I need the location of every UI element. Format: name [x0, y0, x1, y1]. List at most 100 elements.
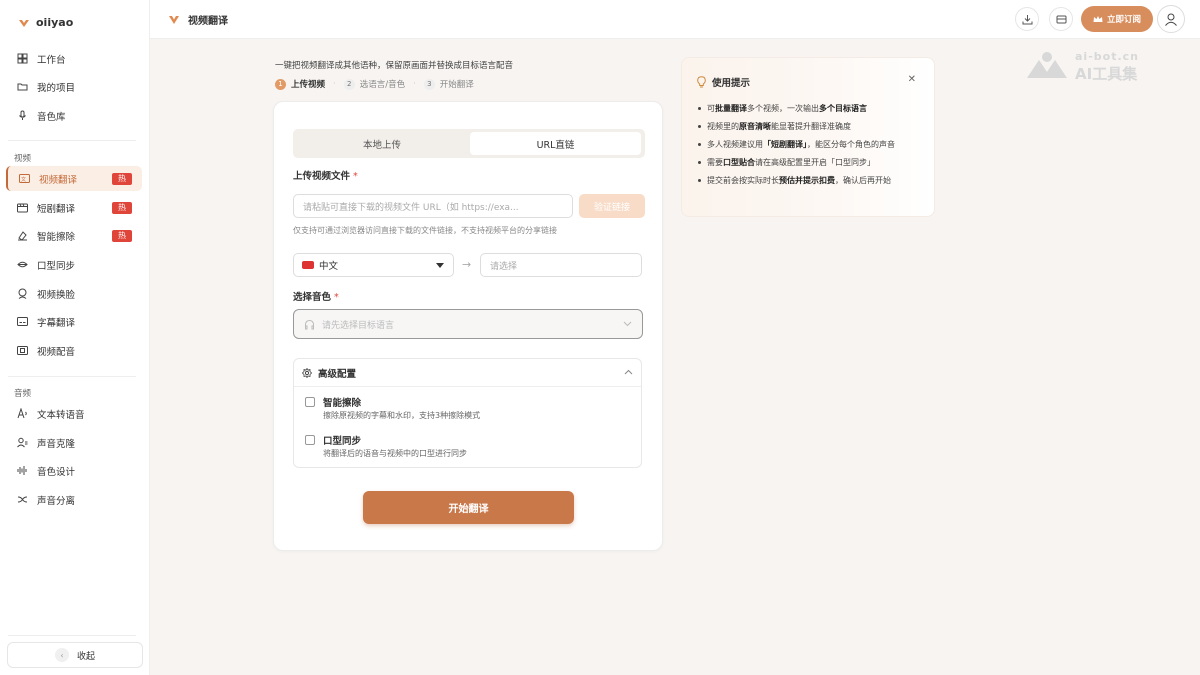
page-intro: 一键把视频翻译成其他语种，保留原画面并替换成目标语言配音: [275, 61, 514, 71]
subscribe-button[interactable]: 立即订阅: [1081, 6, 1153, 32]
sidebar-item-label: 短剧翻译: [37, 203, 76, 215]
lip-sync-checkbox[interactable]: [305, 435, 315, 445]
sidebar-item-smart-erase[interactable]: 智能擦除 热: [6, 223, 142, 248]
watermark-logo-icon: [1027, 52, 1067, 78]
sidebar-item-workbench[interactable]: 工作台: [6, 46, 142, 71]
hot-badge: 热: [112, 230, 132, 242]
target-language-select[interactable]: 请选择: [480, 253, 642, 277]
step-number: 2: [343, 78, 355, 90]
brand-logo[interactable]: oiiyao: [18, 16, 73, 29]
close-icon[interactable]: ✕: [908, 74, 916, 85]
collapse-label: 收起: [76, 651, 95, 662]
sidebar-item-projects[interactable]: 我的项目: [6, 74, 142, 99]
sidebar-item-face-swap[interactable]: 视频换脸: [6, 281, 142, 306]
chevron-down-icon: [623, 321, 632, 327]
source-language-select[interactable]: 中文: [293, 253, 454, 277]
page-title-text: 视频翻译: [188, 16, 228, 27]
eraser-icon: [17, 230, 28, 241]
sidebar-item-video-dubbing[interactable]: 视频配音: [6, 338, 142, 363]
folder-icon: [17, 81, 28, 92]
hot-badge: 热: [112, 202, 132, 214]
sidebar-item-label: 声音克隆: [37, 438, 76, 450]
sidebar-item-label: 工作台: [37, 54, 66, 66]
section-label-video: 视频: [14, 154, 32, 164]
required-mark: *: [334, 292, 339, 303]
smart-erase-checkbox[interactable]: [305, 397, 315, 407]
tab-url-link[interactable]: URL直链: [470, 132, 641, 155]
option-description: 擦除原视频的字幕和水印，支持3种擦除模式: [323, 411, 481, 420]
tip-item: 提交前会按实际时长预估并提示扣费，确认后再开始: [697, 175, 922, 187]
sidebar-item-short-drama[interactable]: 短剧翻译 热: [6, 195, 142, 220]
waveform-icon: [17, 465, 28, 476]
collapse-sidebar-button[interactable]: ‹ 收起: [7, 642, 143, 668]
url-hint: 仅支持可通过浏览器访问直接下载的文件链接，不支持视频平台的分享链接: [293, 226, 557, 235]
watermark: ai-bot.cn AI工具集: [1025, 50, 1185, 83]
video-translate-icon: 文: [19, 173, 30, 184]
sidebar-item-voice-clone[interactable]: 声音克隆: [6, 430, 142, 455]
sidebar-item-tts[interactable]: 文本转语音: [6, 401, 142, 426]
headphones-icon: [305, 319, 314, 329]
option-title: 口型同步: [323, 436, 362, 447]
mail-icon: [1056, 15, 1066, 23]
start-translate-button[interactable]: 开始翻译: [363, 491, 574, 524]
message-button[interactable]: [1049, 7, 1073, 31]
tab-local-upload[interactable]: 本地上传: [296, 132, 468, 155]
advanced-settings-header[interactable]: 高级配置: [294, 359, 641, 387]
brand-name: oiiyao: [36, 16, 74, 29]
video-url-input[interactable]: 请粘贴可直接下载的视频文件 URL（如 https://exa...: [293, 194, 573, 218]
advanced-settings-panel: 高级配置 智能擦除 擦除原视频的字幕和水印，支持3种擦除模式 口型同步 将翻译后…: [293, 358, 642, 468]
sidebar-item-voice-design[interactable]: 音色设计: [6, 458, 142, 483]
sidebar-item-subtitle-translate[interactable]: 字幕翻译: [6, 309, 142, 334]
gear-icon: [302, 367, 312, 378]
lightbulb-icon: [697, 76, 706, 88]
upload-mode-tabs: 本地上传 URL直链: [293, 129, 645, 158]
tip-item: 可批量翻译多个视频，一次输出多个目标语言: [697, 103, 922, 115]
sidebar-item-voice-library[interactable]: 音色库: [6, 103, 142, 128]
sidebar-item-voice-separation[interactable]: 声音分离: [6, 487, 142, 512]
verify-link-button[interactable]: 验证链接: [579, 194, 645, 218]
voice-select[interactable]: 请先选择目标语言: [293, 309, 643, 339]
sidebar-item-label: 视频配音: [37, 346, 76, 358]
page-title: 视频翻译: [168, 12, 228, 27]
sidebar-item-label: 音色库: [37, 111, 66, 123]
voice-placeholder: 请先选择目标语言: [322, 320, 395, 331]
upload-field-label: 上传视频文件 *: [293, 171, 358, 182]
section-label-audio: 音频: [14, 389, 32, 399]
caret-down-icon: [436, 263, 444, 268]
grid-icon: [17, 53, 28, 64]
split-icon: [17, 494, 28, 505]
arrow-right-icon: →: [462, 258, 472, 271]
user-voice-icon: [17, 437, 28, 448]
option-description: 将翻译后的语音与视频中的口型进行同步: [323, 449, 467, 458]
url-placeholder: 请粘贴可直接下载的视频文件 URL（如 https://exa...: [303, 202, 519, 213]
step-label: 开始翻译: [439, 80, 474, 90]
sidebar-item-label: 智能擦除: [37, 231, 76, 243]
sidebar-item-video-translate[interactable]: 文 视频翻译 热: [6, 166, 142, 191]
tips-title: 使用提示: [712, 78, 751, 89]
sidebar-item-label: 视频换脸: [37, 289, 76, 301]
china-flag-icon: [302, 261, 314, 269]
video-translate-logo-icon: [169, 15, 179, 24]
step-label: 上传视频: [291, 80, 326, 90]
advanced-settings-title: 高级配置: [318, 368, 357, 380]
sidebar: oiiyao 工作台 我的项目 音色库 视频 文 视频翻译 热 短剧翻译 热 智…: [0, 0, 150, 675]
lips-icon: [17, 259, 28, 270]
tips-header: 使用提示: [697, 75, 750, 89]
sidebar-item-label: 字幕翻译: [37, 317, 76, 329]
user-avatar[interactable]: [1157, 5, 1185, 33]
step-label: 选语言/音色: [359, 80, 406, 90]
step-number: 1: [275, 78, 286, 90]
watermark-url: ai-bot.cn: [1075, 50, 1139, 63]
tip-item: 需要口型贴合请在高级配置里开启「口型同步」: [697, 157, 922, 169]
text-to-speech-icon: [17, 408, 28, 419]
chevron-up-icon: [624, 368, 633, 378]
steps-indicator: 1 上传视频 · 2 选语言/音色 · 3 开始翻译: [275, 78, 474, 90]
translate-form-card: 本地上传 URL直链 上传视频文件 * 请粘贴可直接下载的视频文件 URL（如 h…: [273, 101, 663, 551]
download-button[interactable]: [1015, 7, 1039, 31]
user-icon: [1165, 13, 1177, 26]
microphone-icon: [17, 110, 28, 121]
sidebar-divider: [8, 140, 136, 141]
sidebar-item-lip-sync[interactable]: 口型同步: [6, 252, 142, 277]
step-number: 3: [423, 78, 435, 90]
option-title: 智能擦除: [323, 398, 362, 409]
